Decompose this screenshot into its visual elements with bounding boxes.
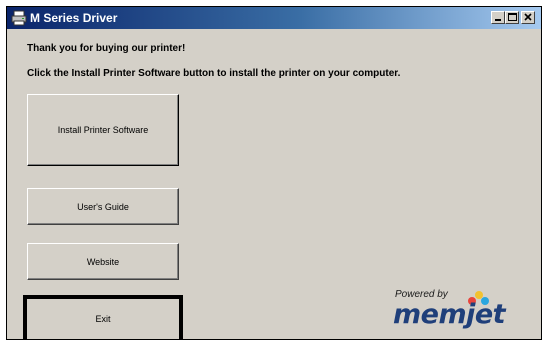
exit-button[interactable]: Exit [23, 295, 183, 339]
install-printer-software-button[interactable]: Install Printer Software [27, 94, 179, 166]
close-icon [524, 13, 532, 21]
memjet-logo: Powered by memjet [385, 287, 535, 331]
maximize-button[interactable] [505, 11, 519, 24]
users-guide-button[interactable]: User's Guide [27, 188, 179, 225]
website-button[interactable]: Website [27, 243, 179, 280]
close-button[interactable] [521, 11, 535, 24]
maximize-icon [508, 13, 517, 21]
minimize-button[interactable] [491, 11, 505, 24]
memjet-wordmark: memjet [393, 299, 506, 330]
printer-app-icon [11, 10, 27, 26]
minimize-icon [495, 19, 501, 21]
title-bar[interactable]: M Series Driver [7, 7, 541, 29]
greeting-text: Thank you for buying our printer! [27, 43, 186, 54]
window-title: M Series Driver [30, 11, 118, 25]
driver-window: M Series Driver Thank you for buying our… [6, 6, 542, 340]
instruction-text: Click the Install Printer Software butto… [27, 68, 401, 79]
